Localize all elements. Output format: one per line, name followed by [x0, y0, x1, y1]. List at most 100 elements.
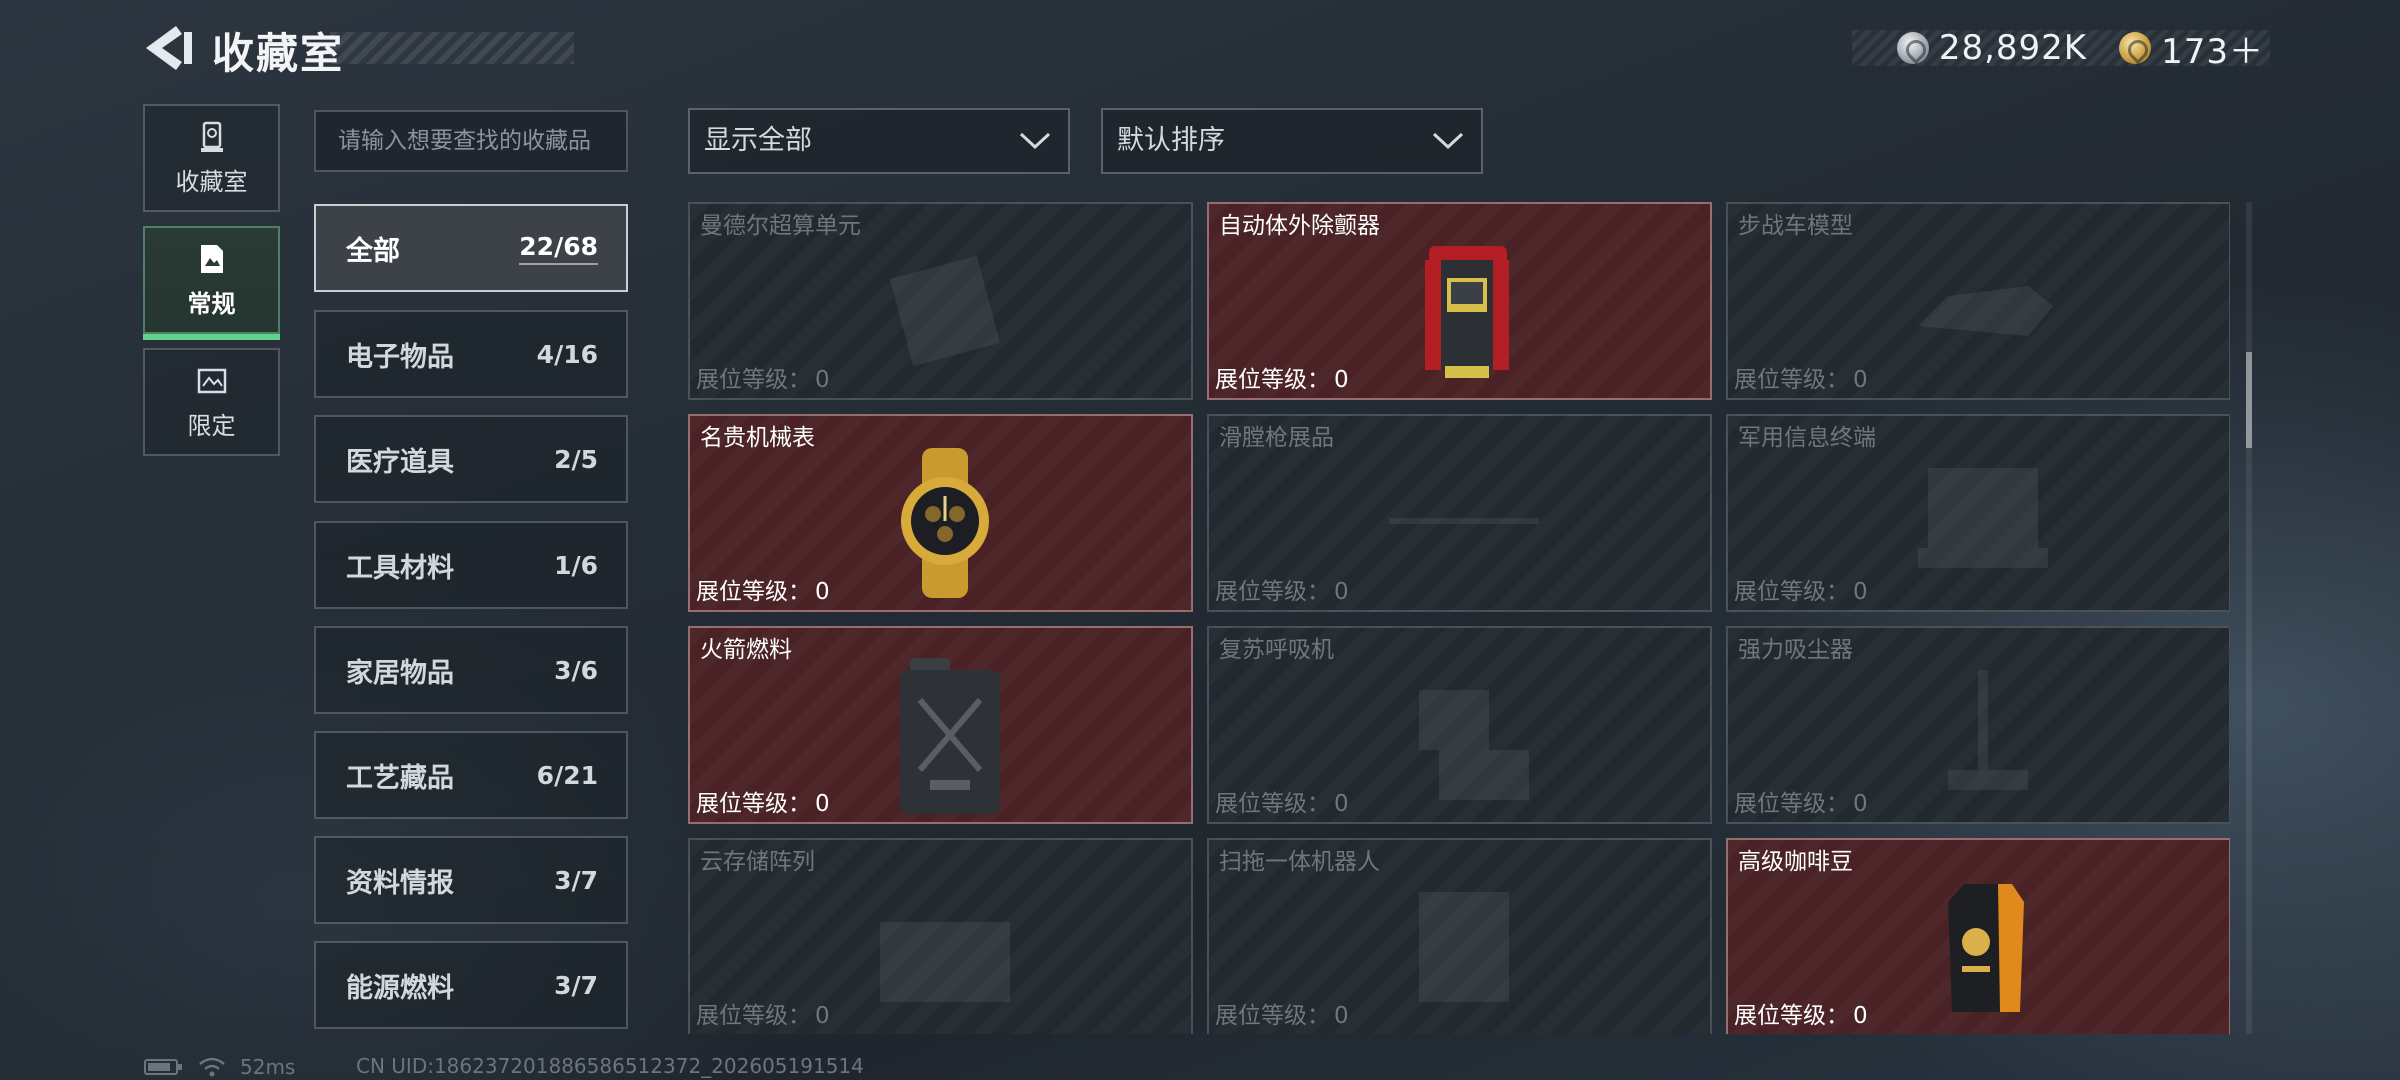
document-icon [200, 244, 223, 273]
card-name: 曼德尔超算单元 [700, 213, 861, 239]
gold-coin-icon [2119, 32, 2152, 64]
card-name: 军用信息终端 [1738, 425, 1876, 451]
wifi-icon [199, 1057, 225, 1077]
status-footer: 52ms [144, 1054, 295, 1080]
collection-card[interactable]: 自动体外除颤器 展位等级： 0 [1207, 202, 1712, 400]
category-household[interactable]: 家居物品 3/6 [314, 626, 628, 714]
back-arrow-icon[interactable] [140, 22, 196, 74]
side-tab-limited[interactable]: 限定 [143, 348, 280, 456]
silver-coin-icon [1896, 32, 1929, 64]
category-count: 4/16 [536, 339, 598, 369]
category-crafts[interactable]: 工艺藏品 6/21 [314, 731, 628, 819]
collection-grid: 曼德尔超算单元 展位等级： 0 自动体外除颤器 展位等级： 0 步战车模型 展位等级… [688, 202, 2230, 1034]
category-count: 3/7 [554, 970, 598, 1000]
card-name: 名贵机械表 [700, 425, 815, 451]
card-name: 自动体外除颤器 [1219, 213, 1380, 239]
card-level: 展位等级： 0 [1215, 1003, 1349, 1029]
category-count: 3/6 [554, 655, 598, 685]
card-level: 展位等级： 0 [696, 367, 830, 393]
category-all[interactable]: 全部 22/68 [314, 204, 628, 292]
card-name: 步战车模型 [1738, 213, 1853, 239]
card-level: 展位等级： 0 [696, 579, 830, 605]
category-label: 电子物品 [346, 341, 454, 373]
category-label: 家居物品 [346, 657, 454, 689]
card-name: 火箭燃料 [700, 637, 792, 663]
category-energy[interactable]: 能源燃料 3/7 [314, 941, 628, 1029]
collection-card[interactable]: 滑膛枪展品 展位等级： 0 [1207, 414, 1712, 612]
card-level: 展位等级： 0 [1734, 1003, 1868, 1029]
ping-text: 52ms [240, 1055, 296, 1079]
category-medical[interactable]: 医疗道具 2/5 [314, 415, 628, 503]
category-count: 3/7 [554, 865, 598, 895]
collection-card[interactable]: 军用信息终端 展位等级： 0 [1726, 414, 2230, 612]
card-level: 展位等级： 0 [1215, 367, 1349, 393]
side-tab-collection[interactable]: 收藏室 [143, 104, 280, 212]
search-input[interactable] [314, 110, 628, 172]
category-label: 资料情报 [346, 867, 454, 899]
scrollbar-thumb[interactable] [2246, 352, 2252, 448]
supercomputer-icon [889, 255, 1001, 367]
header: 收藏室 28,892K 173＋ [0, 0, 2400, 100]
side-tab-label: 收藏室 [175, 167, 248, 196]
collection-card[interactable]: 火箭燃料 展位等级： 0 [688, 626, 1193, 824]
title-decoration [330, 32, 574, 64]
ventilator-icon [1419, 690, 1529, 800]
card-level: 展位等级： 0 [1734, 791, 1868, 817]
storage-array-icon [880, 922, 1010, 1002]
page-title: 收藏室 [212, 29, 345, 78]
card-name: 滑膛枪展品 [1219, 425, 1334, 451]
chevron-down-icon [1019, 132, 1051, 150]
category-electronics[interactable]: 电子物品 4/16 [314, 310, 628, 398]
card-level: 展位等级： 0 [696, 791, 830, 817]
trophy-icon [200, 121, 223, 152]
silver-currency-value: 28,892K [1938, 28, 2088, 68]
filter-dropdown[interactable]: 显示全部 [688, 108, 1070, 174]
category-label: 能源燃料 [346, 972, 454, 1004]
category-tools[interactable]: 工具材料 1/6 [314, 521, 628, 609]
card-level: 展位等级： 0 [1734, 367, 1868, 393]
category-label: 全部 [346, 235, 400, 267]
collection-card[interactable]: 曼德尔超算单元 展位等级： 0 [688, 202, 1193, 400]
musket-icon [1389, 518, 1539, 524]
ifv-model-icon [1918, 286, 2053, 336]
collection-card[interactable]: 复苏呼吸机 展位等级： 0 [1207, 626, 1712, 824]
watch-icon [901, 448, 989, 598]
category-count: 1/6 [554, 550, 598, 580]
coffee-bag-icon [1948, 884, 2024, 1012]
category-count: 6/21 [536, 760, 598, 790]
picture-icon [197, 368, 226, 393]
side-tab-label: 常规 [187, 289, 236, 318]
collection-card[interactable]: 强力吸尘器 展位等级： 0 [1726, 626, 2230, 824]
card-level: 展位等级： 0 [696, 1003, 830, 1029]
card-level: 展位等级： 0 [1215, 579, 1349, 605]
category-label: 医疗道具 [346, 446, 454, 478]
gold-currency-value[interactable]: 173＋ [2161, 24, 2264, 73]
category-label: 工艺藏品 [346, 762, 454, 794]
card-name: 高级咖啡豆 [1738, 849, 1853, 875]
card-name: 复苏呼吸机 [1219, 637, 1334, 663]
filter-dropdown-value: 显示全部 [704, 125, 812, 156]
category-count: 2/5 [554, 444, 598, 474]
sort-dropdown-value: 默认排序 [1117, 125, 1225, 156]
collection-card[interactable]: 高级咖啡豆 展位等级： 0 [1726, 838, 2230, 1034]
side-tab-label: 限定 [187, 411, 236, 440]
collection-card[interactable]: 名贵机械表 展位等级： 0 [688, 414, 1193, 612]
card-name: 云存储阵列 [700, 849, 815, 875]
battery-icon [144, 1059, 182, 1075]
scrollbar-track [2246, 202, 2252, 1034]
sort-dropdown[interactable]: 默认排序 [1101, 108, 1483, 174]
category-intel[interactable]: 资料情报 3/7 [314, 836, 628, 924]
collection-card[interactable]: 云存储阵列 展位等级： 0 [688, 838, 1193, 1034]
jerrycan-icon [900, 658, 1000, 814]
currency-bar: 28,892K 173＋ [1852, 28, 2270, 72]
card-level: 展位等级： 0 [1734, 579, 1868, 605]
side-tab-regular[interactable]: 常规 [143, 226, 280, 340]
category-count: 22/68 [519, 232, 598, 265]
card-name: 强力吸尘器 [1738, 637, 1853, 663]
category-label: 工具材料 [346, 552, 454, 584]
defibrillator-icon [1425, 246, 1509, 378]
terminal-icon [1918, 468, 2048, 568]
collection-card[interactable]: 扫拖一体机器人 展位等级： 0 [1207, 838, 1712, 1034]
vacuum-icon [1948, 670, 2028, 790]
collection-card[interactable]: 步战车模型 展位等级： 0 [1726, 202, 2230, 400]
